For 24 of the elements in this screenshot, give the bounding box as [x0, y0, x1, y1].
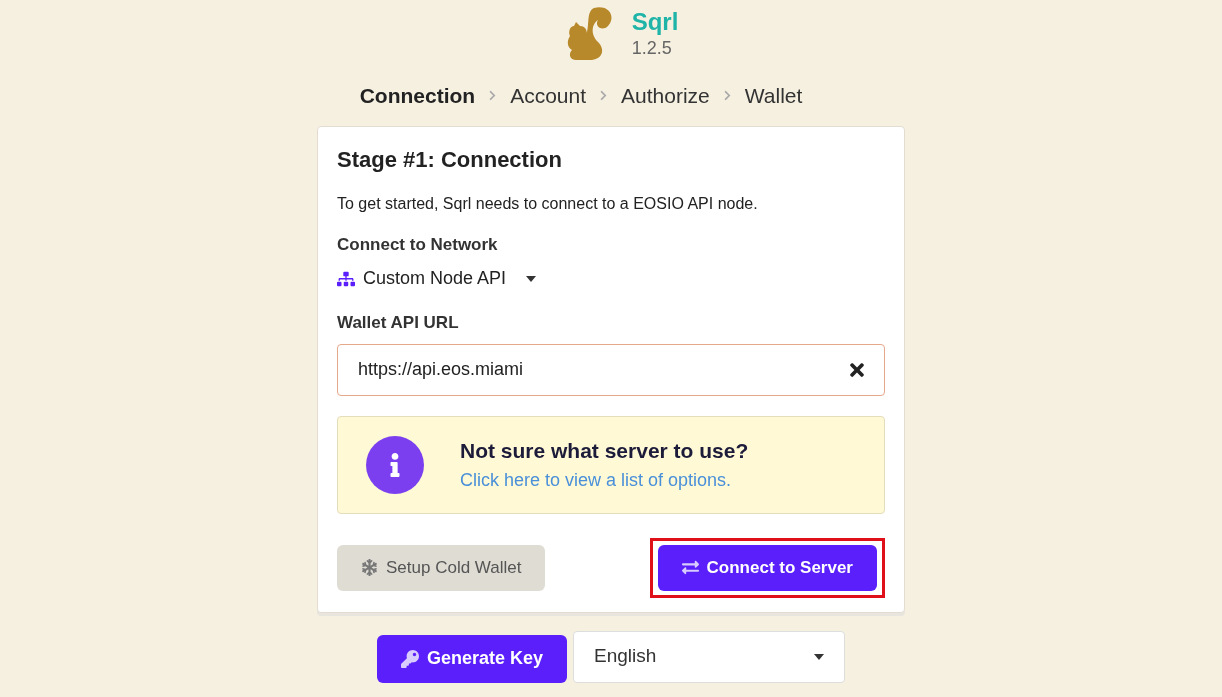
network-label: Connect to Network [337, 233, 499, 256]
cold-wallet-button[interactable]: Setup Cold Wallet [337, 544, 546, 591]
step-label: Authorize [621, 83, 710, 109]
url-label: Wallet API URL [337, 312, 460, 334]
url-field[interactable]: https://api.eos.miami [337, 343, 885, 396]
notice-title: Not sure what server to use? [460, 438, 749, 465]
intro-text: To get started, Sqrl needs to connect to a EOSIO API node. [337, 193, 759, 214]
app-name: Sqrl [631, 6, 679, 37]
key-icon [400, 649, 419, 668]
snowflake-icon [361, 559, 378, 576]
step-label: Wallet [744, 83, 803, 109]
step-label: Connection [359, 83, 476, 109]
network-icon [337, 269, 355, 288]
network-dropdown[interactable]: Custom Node API [337, 265, 537, 292]
info-icon [366, 435, 424, 494]
caret-icon [526, 275, 537, 282]
card-title: Stage #1: Connection [337, 145, 563, 174]
connect-button[interactable]: Connect to Server [657, 544, 877, 591]
caret-icon [814, 653, 825, 660]
exchange-arrows-icon [681, 559, 699, 576]
language-dropdown[interactable]: English [573, 630, 846, 683]
app-version: 1.2.5 [631, 36, 673, 60]
step-label: Account [510, 83, 587, 109]
generate-key-button[interactable]: Generate Key [376, 634, 568, 683]
